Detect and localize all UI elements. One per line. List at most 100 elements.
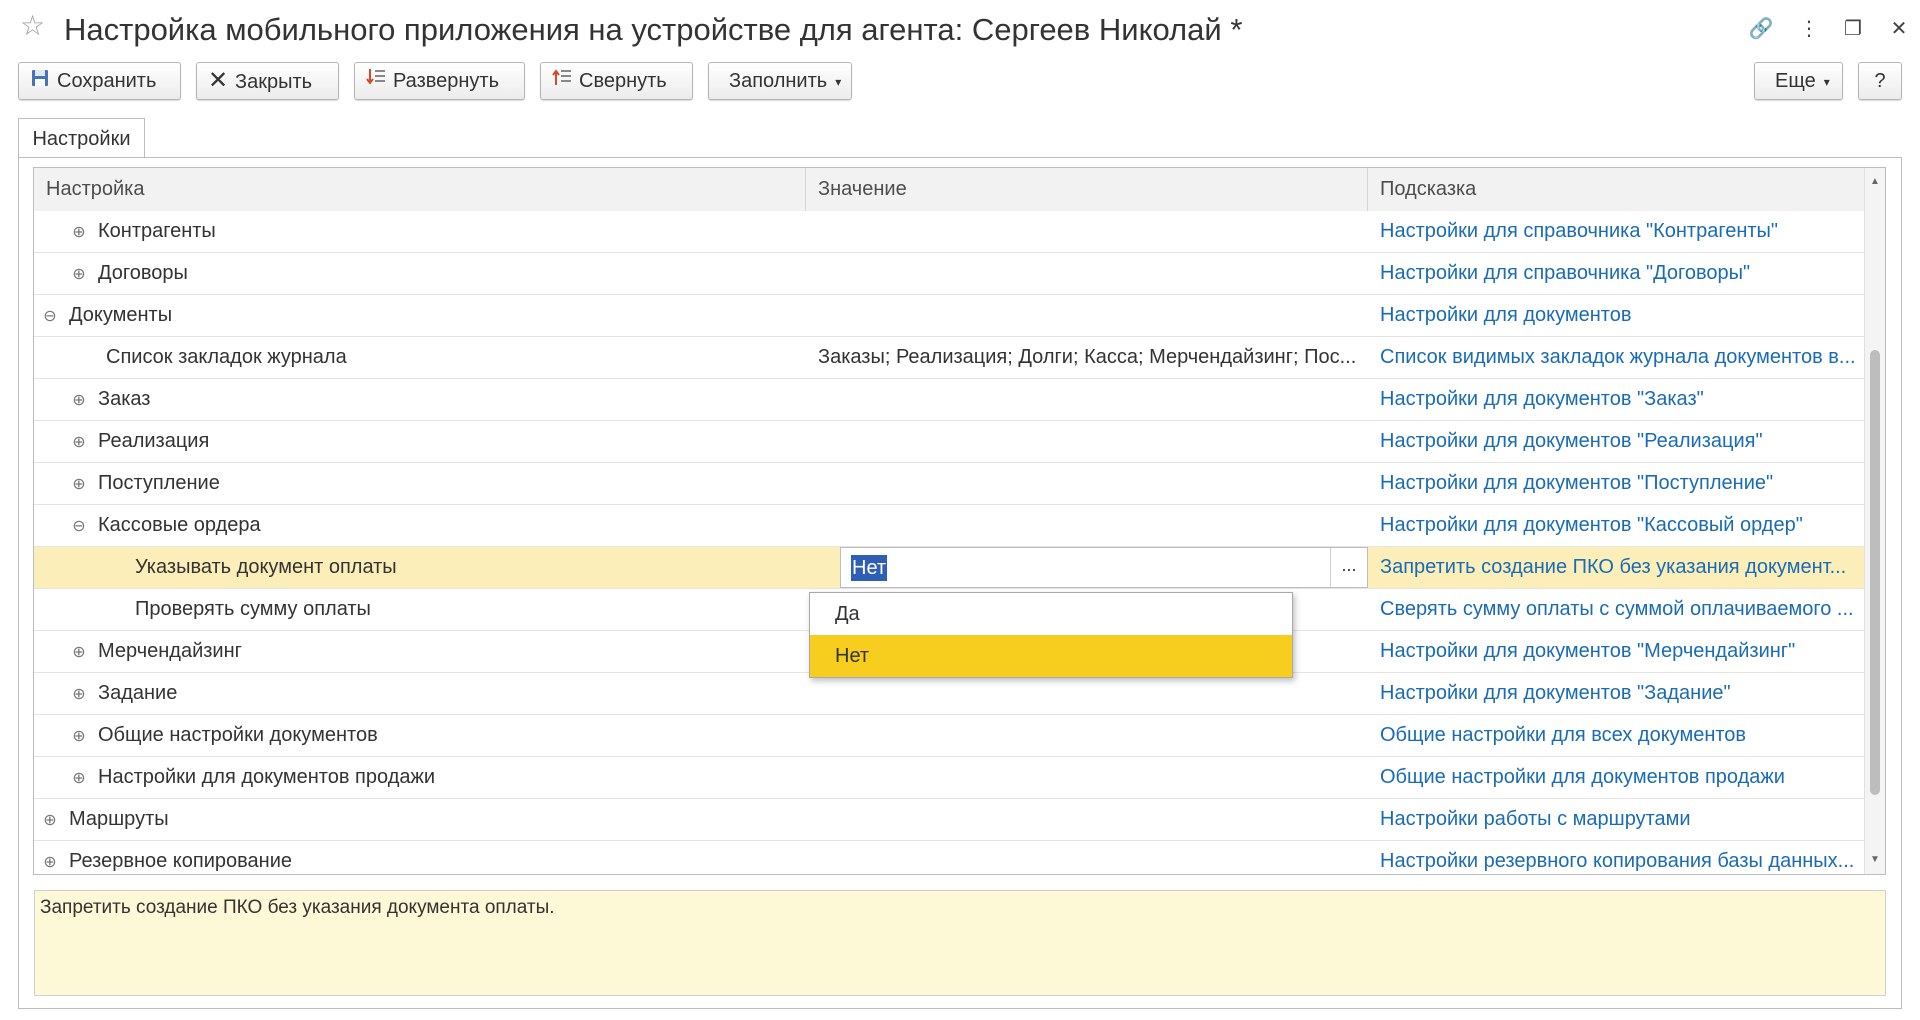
expand-plus-icon[interactable]: ⊕ xyxy=(72,212,86,252)
setting-value[interactable] xyxy=(806,799,1368,840)
expand-plus-icon[interactable]: ⊕ xyxy=(72,632,86,672)
column-header-value[interactable]: Значение xyxy=(806,168,1368,211)
setting-value[interactable] xyxy=(806,211,1368,252)
setting-value[interactable] xyxy=(806,421,1368,462)
setting-value[interactable] xyxy=(806,841,1368,874)
hint-description-panel: Запретить создание ПКО без указания доку… xyxy=(34,890,1886,996)
scroll-up-arrow-icon[interactable]: ▲ xyxy=(1865,174,1885,190)
table-row[interactable]: ⊕ Договоры Настройки для справочника "Дог… xyxy=(34,253,1866,295)
close-window-icon[interactable]: ✕ xyxy=(1884,14,1914,44)
table-row[interactable]: ⊕ Контрагенты Настройки для справочника "… xyxy=(34,211,1866,253)
setting-value[interactable] xyxy=(806,379,1368,420)
hint-link[interactable]: Настройки для документов "Кассовый ордер… xyxy=(1368,505,1866,546)
table-row[interactable]: ⊕ Реализация Настройки для документов "Ре… xyxy=(34,421,1866,463)
scroll-down-arrow-icon[interactable]: ▼ xyxy=(1865,852,1885,868)
restore-window-icon[interactable]: ❐ xyxy=(1838,14,1868,44)
table-row[interactable]: ⊕ Резервное копирование Настройки резервн… xyxy=(34,841,1866,874)
setting-value[interactable] xyxy=(806,715,1368,756)
hint-link[interactable]: Настройки для документов "Поступление" xyxy=(1368,463,1866,504)
link-icon[interactable]: 🔗 xyxy=(1746,14,1776,44)
hint-link[interactable]: Настройки для справочника "Договоры" xyxy=(1368,253,1866,294)
setting-value[interactable]: Заказы; Реализация; Долги; Касса; Мерчен… xyxy=(806,337,1368,378)
more-actions-icon[interactable]: ⋮ xyxy=(1794,14,1824,44)
expand-button-label: Развернуть xyxy=(393,70,500,92)
hint-link[interactable]: Общие настройки для всех документов xyxy=(1368,715,1866,756)
hint-link[interactable]: Настройки для документов "Заказ" xyxy=(1368,379,1866,420)
setting-value[interactable] xyxy=(806,505,1368,546)
table-row[interactable]: ⊕ Общие настройки документов Общие настро… xyxy=(34,715,1866,757)
setting-name: Маршруты xyxy=(69,808,169,830)
hint-link[interactable]: Настройки для справочника "Контрагенты" xyxy=(1368,211,1866,252)
value-editor-field[interactable]: Нет ... xyxy=(840,547,1368,588)
setting-value[interactable] xyxy=(806,253,1368,294)
expand-plus-icon[interactable]: ⊕ xyxy=(72,674,86,714)
collapse-button[interactable]: Свернуть xyxy=(540,62,693,100)
settings-tree-table[interactable]: Настройка Значение Подсказка ⊕ Контрагент… xyxy=(33,167,1886,875)
hint-link[interactable]: Настройки для документов "Задание" xyxy=(1368,673,1866,714)
setting-name: Указывать документ оплаты xyxy=(135,556,397,578)
close-button[interactable]: ✕ Закрыть xyxy=(196,62,339,100)
table-row[interactable]: ⊖ Кассовые ордера Настройки для документо… xyxy=(34,505,1866,547)
scrollbar-thumb[interactable] xyxy=(1870,350,1880,795)
expand-plus-icon[interactable]: ⊕ xyxy=(72,380,86,420)
table-row[interactable]: ⊕ Настройки для документов продажи Общие … xyxy=(34,757,1866,799)
table-row[interactable]: ⊕ Маршруты Настройки работы с маршрутами xyxy=(34,799,1866,841)
column-header-hint[interactable]: Подсказка xyxy=(1368,168,1866,211)
expand-plus-icon[interactable]: ⊕ xyxy=(72,716,86,756)
expand-plus-icon[interactable]: ⊕ xyxy=(43,842,57,874)
hint-link[interactable]: Настройки резервного копирования базы да… xyxy=(1368,841,1866,874)
setting-name: Контрагенты xyxy=(98,220,216,242)
save-button-label: Сохранить xyxy=(57,70,157,92)
collapse-minus-icon[interactable]: ⊖ xyxy=(43,296,57,336)
setting-name: Реализация xyxy=(98,430,210,452)
table-row[interactable]: ⊖ Документы Настройки для документов xyxy=(34,295,1866,337)
fill-dropdown-button[interactable]: Заполнить ▾ xyxy=(708,62,852,100)
table-row[interactable]: ⊕ Задание Настройки для документов "Задан… xyxy=(34,673,1866,715)
value-editor-selected-text[interactable]: Нет xyxy=(851,555,888,581)
table-row[interactable]: ⊕ Заказ Настройки для документов "Заказ" xyxy=(34,379,1866,421)
save-button[interactable]: Сохранить xyxy=(18,62,181,100)
setting-value[interactable] xyxy=(806,757,1368,798)
more-dropdown-button[interactable]: Еще ▾ xyxy=(1754,62,1843,100)
value-dropdown-list: Да Нет xyxy=(809,592,1293,678)
hint-link[interactable]: Общие настройки для документов продажи xyxy=(1368,757,1866,798)
expand-plus-icon[interactable]: ⊕ xyxy=(72,254,86,294)
setting-name: Мерчендайзинг xyxy=(98,640,242,662)
table-row-selected[interactable]: Указывать документ оплаты Нет ... Запрет… xyxy=(34,547,1866,589)
vertical-scrollbar[interactable]: ▲ ▼ xyxy=(1864,168,1885,874)
expand-plus-icon[interactable]: ⊕ xyxy=(72,464,86,504)
setting-name: Поступление xyxy=(98,472,220,494)
hint-link[interactable]: Список видимых закладок журнала документ… xyxy=(1368,337,1866,378)
hint-link[interactable]: Настройки работы с маршрутами xyxy=(1368,799,1866,840)
hint-link[interactable]: Запретить создание ПКО без указания доку… xyxy=(1368,547,1866,588)
hint-link[interactable]: Настройки для документов xyxy=(1368,295,1866,336)
setting-value[interactable] xyxy=(806,463,1368,504)
help-button[interactable]: ? xyxy=(1858,62,1902,100)
expand-plus-icon[interactable]: ⊕ xyxy=(43,800,57,840)
expand-plus-icon[interactable]: ⊕ xyxy=(72,758,86,798)
setting-name: Резервное копирование xyxy=(69,850,293,872)
favorite-star-icon[interactable]: ☆ xyxy=(20,12,45,40)
setting-value[interactable] xyxy=(806,295,1368,336)
expand-tree-icon xyxy=(365,63,387,99)
expand-button[interactable]: Развернуть xyxy=(354,62,525,100)
hint-link[interactable]: Настройки для документов "Реализация" xyxy=(1368,421,1866,462)
collapse-minus-icon[interactable]: ⊖ xyxy=(72,506,86,546)
dropdown-option-no[interactable]: Нет xyxy=(810,635,1292,677)
hint-link[interactable]: Сверять сумму оплаты с суммой оплачиваем… xyxy=(1368,589,1866,630)
dropdown-option-yes[interactable]: Да xyxy=(810,593,1292,635)
hint-link[interactable]: Настройки для документов "Мерчендайзинг" xyxy=(1368,631,1866,672)
collapse-button-label: Свернуть xyxy=(579,70,667,92)
expand-plus-icon[interactable]: ⊕ xyxy=(72,422,86,462)
setting-value[interactable] xyxy=(806,673,1368,714)
title-bar: ☆ Настройка мобильного приложения на уст… xyxy=(0,0,1920,58)
setting-name: Проверять сумму оплаты xyxy=(135,598,371,620)
setting-name: Настройки для документов продажи xyxy=(98,766,436,788)
table-row[interactable]: Список закладок журнала Заказы; Реализац… xyxy=(34,337,1866,379)
choice-ellipsis-button[interactable]: ... xyxy=(1330,548,1367,587)
command-bar: Сохранить ✕ Закрыть Развернуть Свернуть З… xyxy=(0,62,1920,104)
tab-settings[interactable]: Настройки xyxy=(18,118,145,158)
column-header-setting[interactable]: Настройка xyxy=(34,168,806,211)
table-row[interactable]: ⊕ Поступление Настройки для документов "П… xyxy=(34,463,1866,505)
setting-name: Документы xyxy=(69,304,173,326)
